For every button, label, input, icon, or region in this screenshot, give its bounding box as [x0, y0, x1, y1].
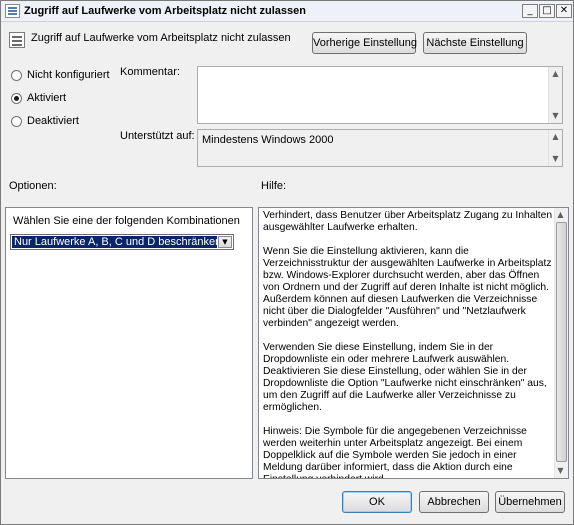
- radio-circle-selected: [11, 93, 22, 104]
- help-section-label: Hilfe:: [261, 180, 287, 192]
- ok-button[interactable]: OK: [342, 491, 412, 513]
- radio-disabled[interactable]: Deaktiviert: [11, 115, 121, 129]
- title-bar[interactable]: Zugriff auf Laufwerke vom Arbeitsplatz n…: [1, 1, 573, 22]
- policy-name: Zugriff auf Laufwerke vom Arbeitsplatz n…: [31, 32, 291, 44]
- comment-label: Kommentar:: [120, 66, 180, 78]
- drive-restriction-dropdown[interactable]: Nur Laufwerke A, B, C und D beschränken …: [10, 234, 234, 250]
- scroll-down-icon[interactable]: ▼: [554, 464, 567, 478]
- radio-enabled-label: Aktiviert: [27, 92, 67, 104]
- scroll-down-icon[interactable]: ▼: [549, 109, 562, 123]
- help-panel: Verhindert, dass Benutzer über Arbeitspl…: [258, 207, 569, 479]
- radio-enabled[interactable]: Aktiviert: [11, 92, 121, 106]
- help-paragraph: Wenn Sie die Einstellung aktivieren, kan…: [263, 246, 552, 329]
- help-paragraph: Verwenden Sie diese Einstellung, indem S…: [263, 342, 547, 413]
- window-title: Zugriff auf Laufwerke vom Arbeitsplatz n…: [24, 5, 306, 17]
- previous-setting-button[interactable]: Vorherige Einstellung: [312, 32, 417, 54]
- options-section-label: Optionen:: [9, 180, 57, 192]
- policy-dialog-window: Zugriff auf Laufwerke vom Arbeitsplatz n…: [0, 0, 574, 525]
- supported-scrollbar[interactable]: ▲ ▼: [548, 130, 562, 166]
- chevron-down-icon[interactable]: ▼: [218, 236, 232, 248]
- policy-setting-icon: [9, 32, 25, 48]
- help-scrollbar[interactable]: ▲ ▼: [554, 208, 568, 478]
- maximize-button[interactable]: □: [539, 4, 555, 18]
- help-paragraph: Verhindert, dass Benutzer über Arbeitspl…: [263, 210, 553, 233]
- radio-disabled-label: Deaktiviert: [27, 115, 79, 127]
- apply-button[interactable]: Übernehmen: [495, 491, 565, 513]
- dropdown-selected-value: Nur Laufwerke A, B, C und D beschränken: [12, 236, 217, 248]
- radio-not-configured-label: Nicht konfiguriert: [27, 69, 110, 81]
- close-button[interactable]: ✕: [556, 4, 572, 18]
- scrollbar-thumb[interactable]: [556, 222, 567, 462]
- scroll-up-icon[interactable]: ▲: [549, 67, 562, 81]
- scroll-up-icon[interactable]: ▲: [554, 208, 567, 222]
- supported-on-field: Mindestens Windows 2000 ▲ ▼: [197, 129, 563, 167]
- help-paragraph: Hinweis: Die Symbole für die angegebenen…: [263, 426, 527, 478]
- app-icon: [5, 4, 20, 18]
- supported-on-value: Mindestens Windows 2000: [202, 134, 334, 146]
- scroll-up-icon[interactable]: ▲: [549, 130, 562, 144]
- scroll-down-icon[interactable]: ▼: [549, 152, 562, 166]
- comment-textarea[interactable]: ▲ ▼: [197, 66, 563, 124]
- comment-scrollbar[interactable]: ▲ ▼: [548, 67, 562, 123]
- radio-circle: [11, 70, 22, 81]
- radio-circle: [11, 116, 22, 127]
- supported-on-label: Unterstützt auf:: [120, 130, 195, 142]
- radio-not-configured[interactable]: Nicht konfiguriert: [11, 69, 121, 83]
- help-text: Verhindert, dass Benutzer über Arbeitspl…: [263, 210, 553, 478]
- combination-label: Wählen Sie eine der folgenden Kombinatio…: [13, 215, 240, 227]
- cancel-button[interactable]: Abbrechen: [419, 491, 489, 513]
- minimize-button[interactable]: _: [522, 4, 538, 18]
- next-setting-button[interactable]: Nächste Einstellung: [423, 32, 527, 54]
